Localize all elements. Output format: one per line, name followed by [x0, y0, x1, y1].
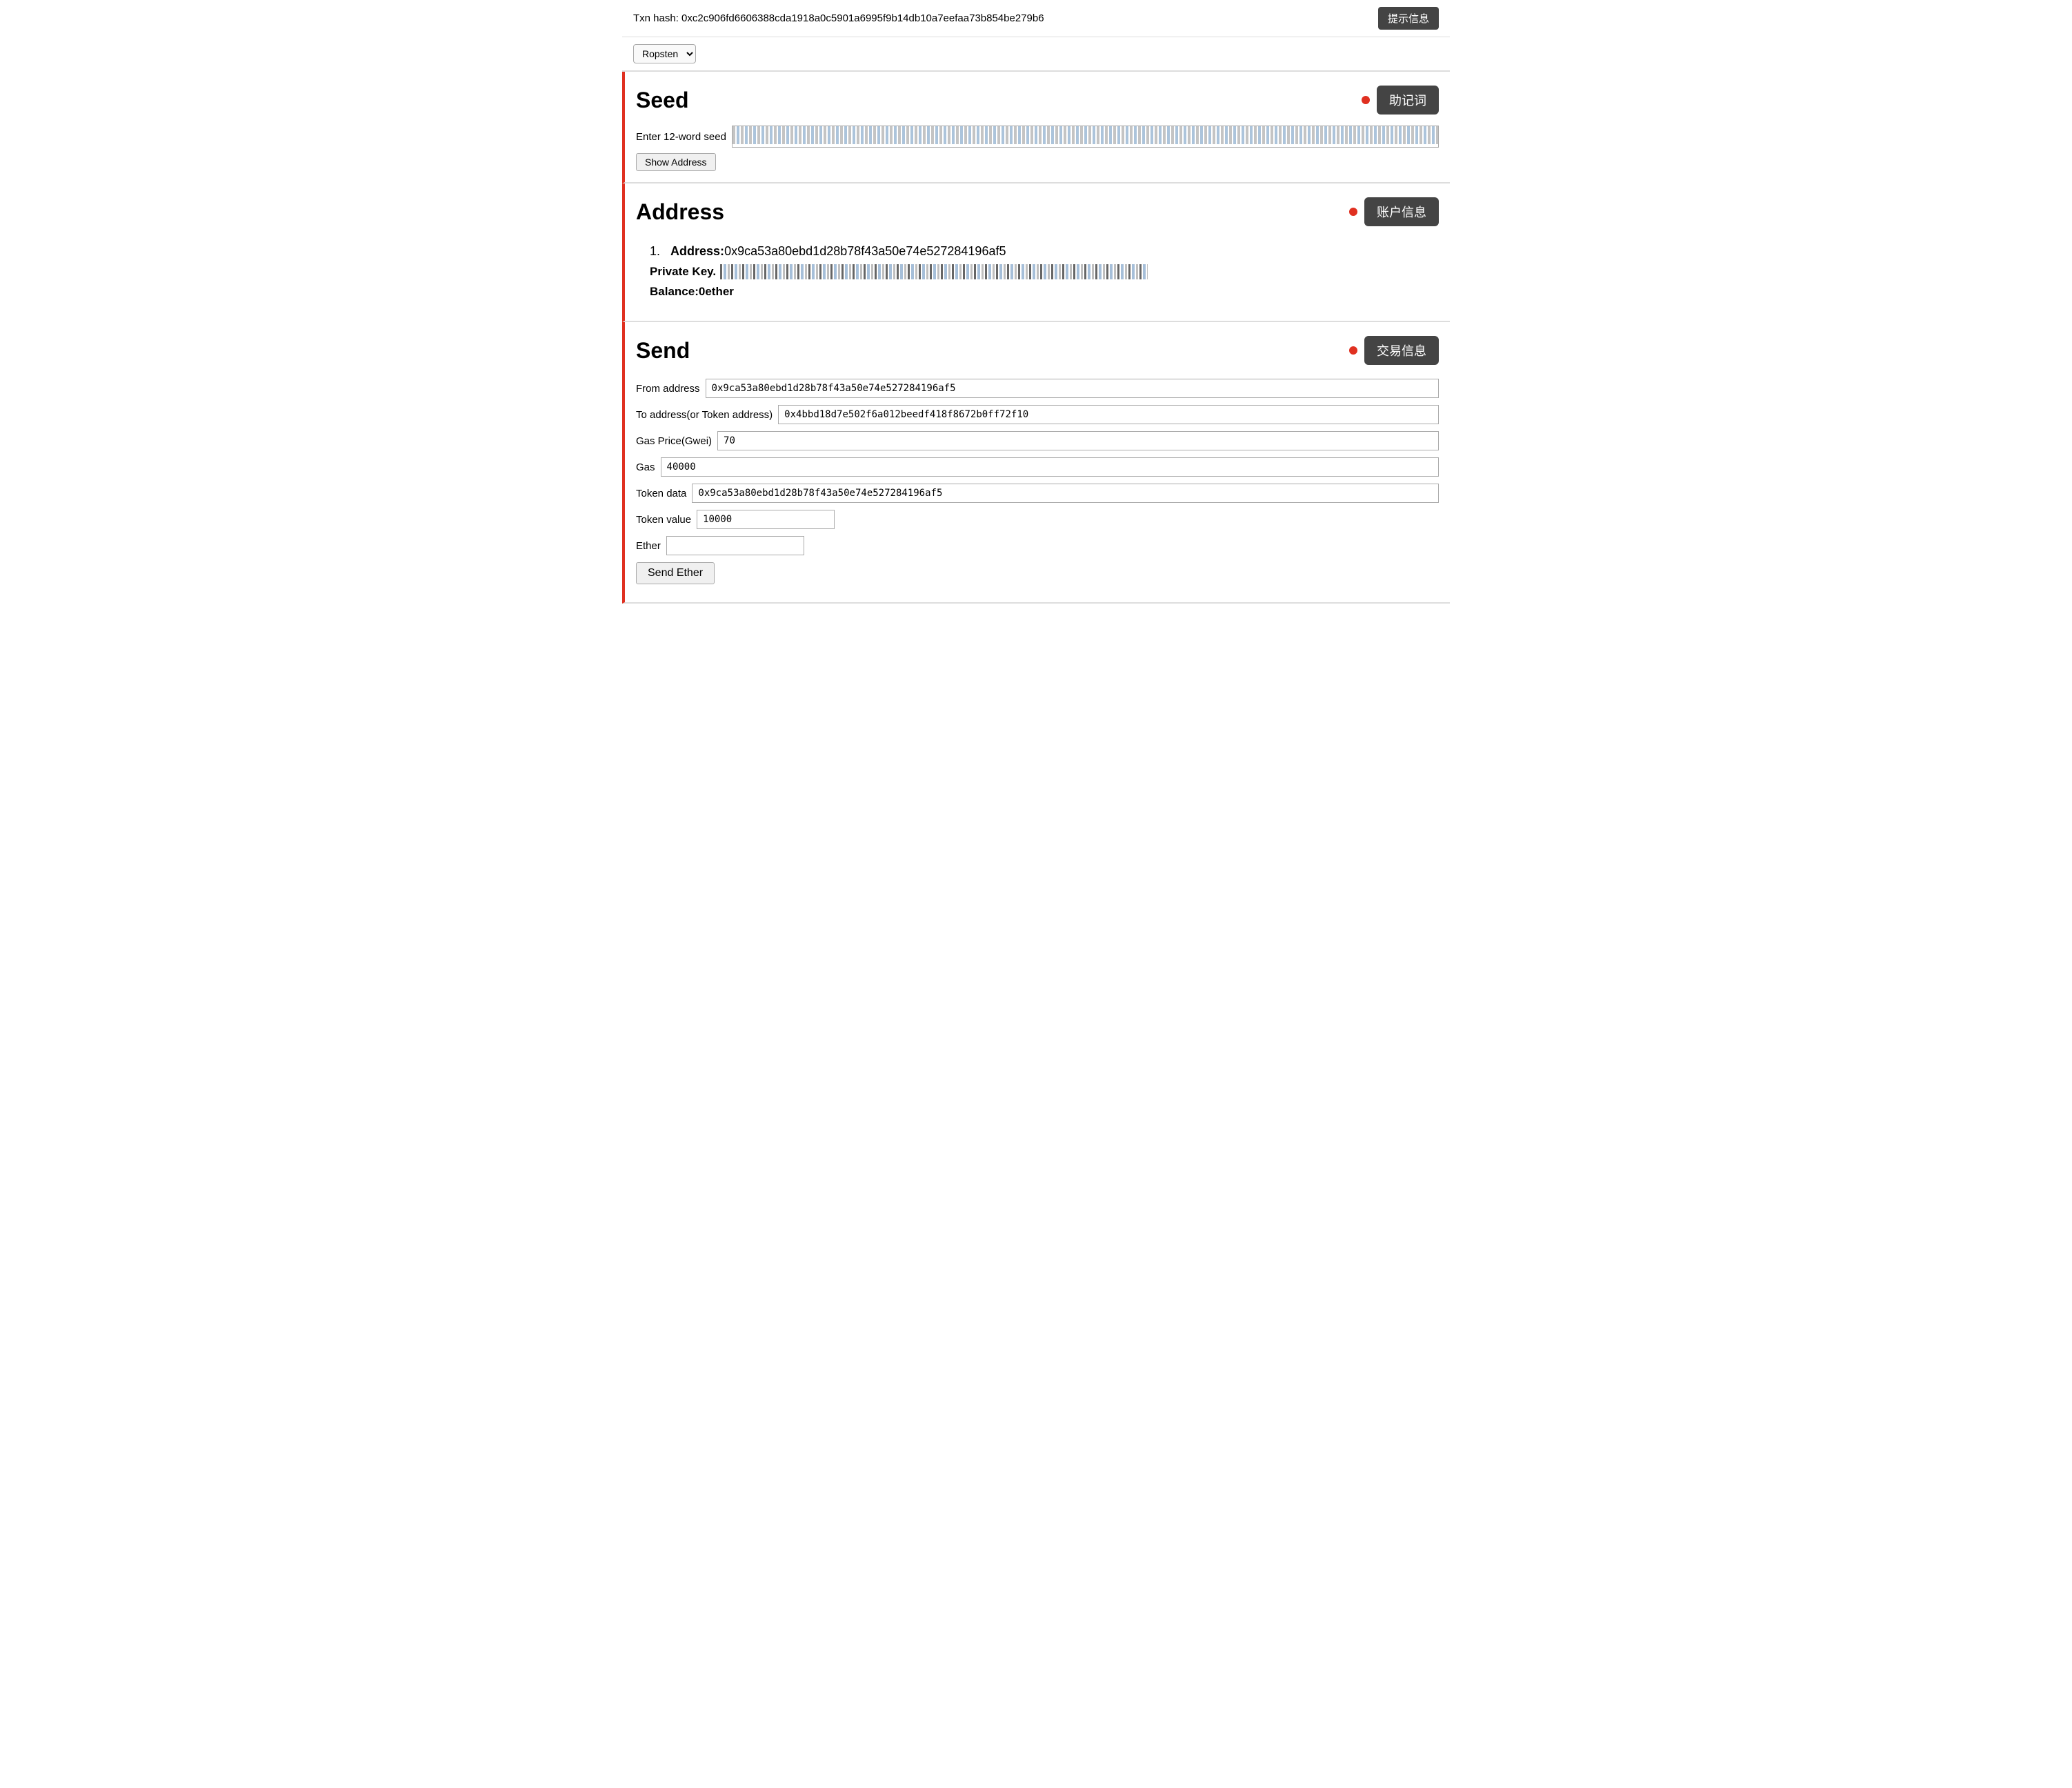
- address-red-dot: [1349, 208, 1357, 216]
- from-address-label: From address: [636, 383, 700, 395]
- ether-label: Ether: [636, 540, 661, 552]
- ether-input[interactable]: [666, 536, 804, 555]
- balance-label: Balance:: [650, 285, 699, 298]
- txn-tooltip-badge: 提示信息: [1378, 7, 1439, 30]
- private-key-line: Private Key.: [650, 264, 1439, 279]
- address-section-header: Address 账户信息: [636, 197, 1439, 226]
- seed-input-row: Enter 12-word seed: [636, 126, 1439, 148]
- show-address-button[interactable]: Show Address: [636, 153, 716, 171]
- send-form: From address To address(or Token address…: [636, 376, 1439, 584]
- seed-red-dot: [1362, 96, 1370, 104]
- seed-section-header: Seed 助记词: [636, 86, 1439, 115]
- send-button-row: Send Ether: [636, 562, 1439, 584]
- gas-row: Gas: [636, 457, 1439, 477]
- token-data-input[interactable]: [692, 484, 1439, 503]
- ether-row: Ether: [636, 536, 1439, 555]
- network-select[interactable]: Ropsten Mainnet Kovan Rinkeby: [633, 44, 696, 63]
- token-data-label: Token data: [636, 488, 686, 499]
- gas-price-label: Gas Price(Gwei): [636, 435, 712, 447]
- send-section: Send 交易信息 From address To address(or Tok…: [622, 322, 1450, 604]
- gas-price-input[interactable]: [717, 431, 1439, 450]
- balance-line: Balance:0ether: [650, 285, 1439, 299]
- token-data-row: Token data: [636, 484, 1439, 503]
- seed-section: Seed 助记词 Enter 12-word seed Show Address: [622, 72, 1450, 183]
- to-address-input[interactable]: [778, 405, 1439, 424]
- token-value-input[interactable]: [697, 510, 835, 529]
- address-index: 1.: [650, 244, 660, 258]
- address-field-label: Address:: [670, 244, 724, 258]
- send-badge: 交易信息: [1364, 336, 1439, 365]
- send-badge-area: 交易信息: [1349, 336, 1439, 365]
- seed-input-visual[interactable]: [732, 126, 1439, 148]
- send-ether-button[interactable]: Send Ether: [636, 562, 715, 584]
- network-bar: Ropsten Mainnet Kovan Rinkeby: [622, 37, 1450, 72]
- seed-title: Seed: [636, 88, 688, 113]
- table-row: 1. Address:0x9ca53a80ebd1d28b78f43a50e74…: [650, 244, 1439, 299]
- seed-input-label: Enter 12-word seed: [636, 131, 726, 143]
- address-badge-area: 账户信息: [1349, 197, 1439, 226]
- send-red-dot: [1349, 346, 1357, 355]
- seed-blurred-content: [733, 126, 1438, 144]
- address-field-value: 0x9ca53a80ebd1d28b78f43a50e74e527284196a…: [724, 244, 1006, 258]
- pk-blurred-content: [720, 264, 1148, 279]
- gas-label: Gas: [636, 461, 655, 473]
- seed-badge: 助记词: [1377, 86, 1439, 115]
- from-address-input[interactable]: [706, 379, 1439, 398]
- to-address-row: To address(or Token address): [636, 405, 1439, 424]
- from-address-row: From address: [636, 379, 1439, 398]
- token-value-label: Token value: [636, 514, 691, 526]
- balance-value: 0ether: [699, 285, 734, 298]
- gas-input[interactable]: [661, 457, 1439, 477]
- txn-bar: Txn hash: 0xc2c906fd6606388cda1918a0c590…: [622, 0, 1450, 37]
- address-section: Address 账户信息 1. Address:0x9ca53a80ebd1d2…: [622, 183, 1450, 322]
- address-title: Address: [636, 199, 724, 225]
- address-line: 1. Address:0x9ca53a80ebd1d28b78f43a50e74…: [650, 244, 1439, 259]
- address-list: 1. Address:0x9ca53a80ebd1d28b78f43a50e74…: [636, 237, 1439, 299]
- gas-price-row: Gas Price(Gwei): [636, 431, 1439, 450]
- send-title: Send: [636, 338, 690, 364]
- seed-badge-area: 助记词: [1362, 86, 1439, 115]
- address-badge: 账户信息: [1364, 197, 1439, 226]
- pk-label: Private Key.: [650, 265, 716, 278]
- token-value-row: Token value: [636, 510, 1439, 529]
- send-section-header: Send 交易信息: [636, 336, 1439, 365]
- to-address-label: To address(or Token address): [636, 409, 773, 421]
- txn-hash: Txn hash: 0xc2c906fd6606388cda1918a0c590…: [633, 12, 1370, 24]
